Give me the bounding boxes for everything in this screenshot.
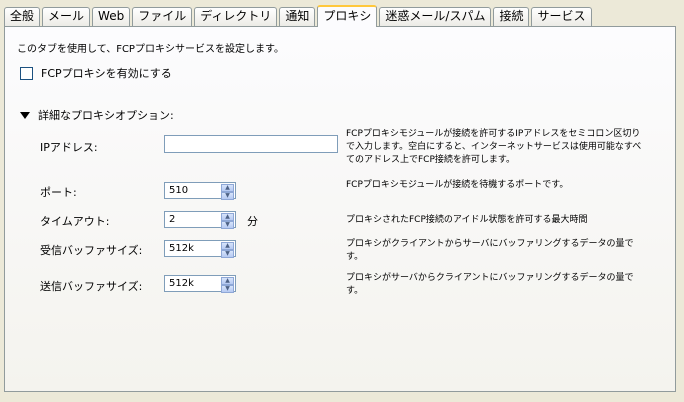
arrow-down-icon[interactable]: ▼ bbox=[221, 285, 234, 293]
enable-proxy-checkbox[interactable] bbox=[20, 66, 33, 80]
tab-service[interactable]: サービス bbox=[531, 7, 592, 26]
enable-proxy-row[interactable]: FCPプロキシを有効にする bbox=[20, 65, 172, 81]
arrow-up-icon[interactable]: ▲ bbox=[221, 184, 234, 192]
send-buffer-label: 送信バッファサイズ: bbox=[40, 280, 143, 293]
triangle-down-icon[interactable] bbox=[20, 111, 30, 119]
ip-address-help: FCPプロキシモジュールが接続を許可するIPアドレスをセミコロン区切りで入力しま… bbox=[346, 129, 642, 165]
timeout-spinner[interactable]: 2 ▲ ▼ bbox=[164, 211, 236, 229]
arrow-down-icon[interactable]: ▼ bbox=[221, 192, 234, 200]
send-buffer-spinner[interactable]: 512k ▲ ▼ bbox=[164, 275, 236, 293]
tab-mail[interactable]: メール bbox=[42, 7, 91, 26]
port-value[interactable]: 510 bbox=[169, 185, 188, 196]
section-title: 詳細なプロキシオプション: bbox=[38, 109, 174, 122]
tab-directory[interactable]: ディレクトリ bbox=[194, 7, 278, 26]
tab-proxy[interactable]: プロキシ bbox=[317, 5, 378, 27]
receive-buffer-label: 受信バッファサイズ: bbox=[40, 244, 143, 257]
timeout-label: タイムアウト: bbox=[40, 215, 110, 228]
receive-buffer-help: プロキシがクライアントからサーバにバッファリングするデータの量です。 bbox=[346, 239, 634, 262]
tab-general[interactable]: 全般 bbox=[4, 7, 41, 26]
arrow-up-icon[interactable]: ▲ bbox=[221, 277, 234, 285]
tab-spam[interactable]: 迷惑メール/スパム bbox=[379, 7, 492, 26]
tab-web[interactable]: Web bbox=[92, 7, 131, 26]
ip-address-input[interactable] bbox=[164, 135, 338, 153]
timeout-unit: 分 bbox=[247, 215, 258, 228]
advanced-options-header[interactable]: 詳細なプロキシオプション: bbox=[20, 107, 174, 123]
arrow-down-icon[interactable]: ▼ bbox=[221, 250, 234, 258]
arrow-down-icon[interactable]: ▼ bbox=[221, 221, 234, 229]
tab-file[interactable]: ファイル bbox=[132, 7, 193, 26]
timeout-help: プロキシされたFCP接続のアイドル状態を許可する最大時間 bbox=[346, 215, 588, 225]
port-spinner[interactable]: 510 ▲ ▼ bbox=[164, 182, 236, 200]
tab-connection[interactable]: 接続 bbox=[493, 7, 530, 26]
port-help: FCPプロキシモジュールが接続を待機するポートです。 bbox=[346, 180, 569, 190]
panel-description: このタブを使用して、FCPプロキシサービスを設定します。 bbox=[17, 44, 284, 55]
tab-notification[interactable]: 通知 bbox=[279, 7, 316, 26]
tab-bar: 全般 メール Web ファイル ディレクトリ 通知 プロキシ 迷惑メール/スパム… bbox=[4, 5, 594, 27]
send-buffer-help: プロキシがサーバからクライアントにバッファリングするデータの量です。 bbox=[346, 273, 634, 296]
send-buffer-value[interactable]: 512k bbox=[169, 278, 194, 289]
receive-buffer-spinner[interactable]: 512k ▲ ▼ bbox=[164, 240, 236, 258]
enable-proxy-label[interactable]: FCPプロキシを有効にする bbox=[41, 65, 172, 81]
arrow-up-icon[interactable]: ▲ bbox=[221, 213, 234, 221]
proxy-settings-panel: このタブを使用して、FCPプロキシサービスを設定します。 FCPプロキシを有効に… bbox=[4, 26, 676, 392]
arrow-up-icon[interactable]: ▲ bbox=[221, 242, 234, 250]
timeout-value[interactable]: 2 bbox=[169, 214, 175, 225]
ip-address-label: IPアドレス: bbox=[40, 141, 98, 154]
receive-buffer-value[interactable]: 512k bbox=[169, 243, 194, 254]
port-label: ポート: bbox=[40, 186, 77, 199]
